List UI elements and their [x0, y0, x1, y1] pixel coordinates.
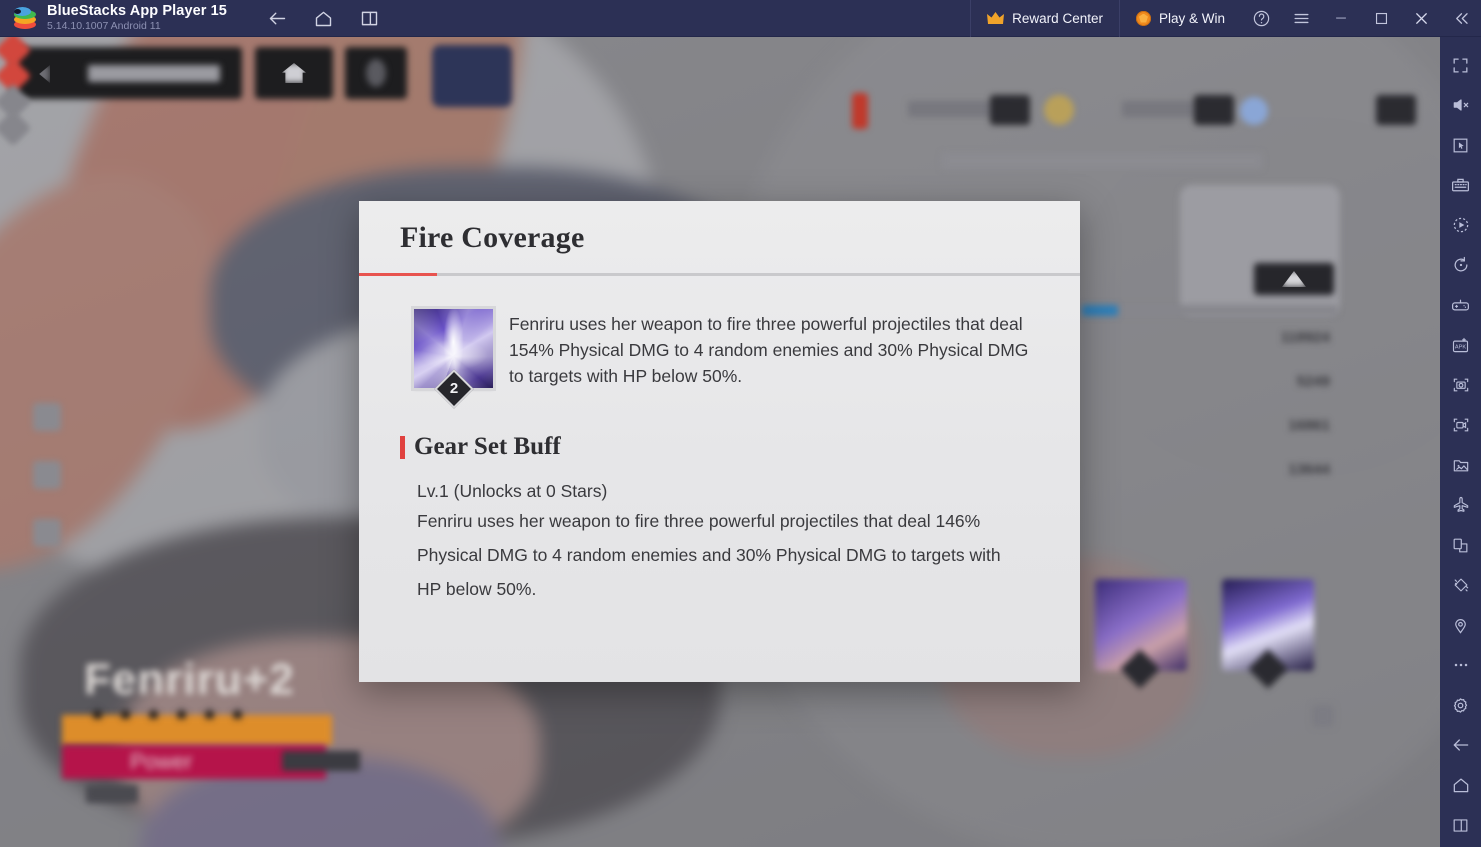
- purple-burst-skill-icon[interactable]: 2: [414, 309, 493, 409]
- maximize-button[interactable]: [1361, 0, 1401, 37]
- stat-row-value: 16861: [1288, 417, 1330, 434]
- play-and-win-label: Play & Win: [1158, 10, 1225, 26]
- back-button[interactable]: [267, 7, 289, 29]
- collapse-sidebar-button[interactable]: [1441, 0, 1481, 37]
- orange-gem-icon: [1135, 10, 1151, 26]
- sidebar-item-cursor-mode[interactable]: [1440, 125, 1481, 165]
- game-screen-title: [88, 65, 220, 82]
- close-button[interactable]: [1401, 0, 1441, 37]
- currency-gem-icon: [1240, 97, 1268, 125]
- skill-slot-plus[interactable]: [1312, 705, 1334, 727]
- star-icon: [230, 707, 245, 721]
- star-rating: [90, 707, 340, 729]
- currency-flask-icon: [852, 93, 868, 129]
- sidebar-item-rotate-screen[interactable]: [1440, 245, 1481, 285]
- game-info-icon: [366, 59, 386, 87]
- menu-button[interactable]: [1281, 0, 1321, 37]
- sidebar-item-gamepad[interactable]: [1440, 285, 1481, 325]
- dialog-title: Fire Coverage: [400, 221, 585, 254]
- titlebar-right: Reward Center Play & Win: [970, 0, 1481, 37]
- gear-set-buff-accent-bar: [400, 435, 405, 459]
- skill-detail-dialog: Fire Coverage 2 Fenriru uses her weapon …: [359, 201, 1080, 682]
- currency-box-2[interactable]: [1194, 95, 1234, 125]
- skill-summary: 2 Fenriru uses her weapon to fire three …: [359, 275, 1080, 409]
- sidebar-item-screenshot[interactable]: [1440, 365, 1481, 405]
- sidebar-item-media-manager[interactable]: [1440, 445, 1481, 485]
- sidebar-item-fullscreen[interactable]: [1440, 45, 1481, 85]
- sidebar-item-location[interactable]: [1440, 605, 1481, 645]
- dialog-divider: [359, 273, 1080, 276]
- currency-box-3[interactable]: [1376, 95, 1416, 125]
- recents-button[interactable]: [359, 7, 381, 29]
- help-button[interactable]: [1241, 0, 1281, 37]
- currency-gold-icon: [1044, 95, 1074, 125]
- sidebar-item-shake[interactable]: [1440, 565, 1481, 605]
- bluestacks-logo-icon: [14, 7, 36, 29]
- star-icon: [146, 707, 161, 721]
- sidebar-item-macro-recorder[interactable]: [1440, 205, 1481, 245]
- gear-set-buff-header: Gear Set Buff: [400, 433, 1080, 461]
- star-icon: [90, 707, 105, 721]
- app-name: BlueStacks App Player 15: [47, 2, 227, 19]
- power-label: Power: [130, 749, 193, 774]
- star-icon: [174, 707, 189, 721]
- gear-set-buff-description: Fenriru uses her weapon to fire three po…: [417, 511, 1001, 599]
- left-icon[interactable]: [33, 403, 61, 431]
- sidebar-item-more-options[interactable]: [1440, 645, 1481, 685]
- sidebar-item-mute[interactable]: [1440, 85, 1481, 125]
- sidebar-item-screen-record[interactable]: [1440, 405, 1481, 445]
- gear-set-buff-body: Lv.1 (Unlocks at 0 Stars) Fenriru uses h…: [359, 461, 1080, 606]
- dialog-divider-accent: [359, 273, 437, 276]
- sidebar-item-keymapping[interactable]: [1440, 165, 1481, 205]
- sidebar-item-android-back[interactable]: [1440, 725, 1481, 765]
- android-nav-buttons: [267, 7, 381, 29]
- star-icon: [202, 707, 217, 721]
- left-icon[interactable]: [33, 519, 61, 547]
- power-value: [282, 751, 360, 771]
- power-sub-value: [86, 785, 138, 803]
- app-title-block: BlueStacks App Player 15 5.14.10.1007 An…: [47, 2, 227, 33]
- dialog-header: Fire Coverage: [359, 201, 1080, 276]
- gear-set-buff-level: Lv.1 (Unlocks at 0 Stars): [417, 481, 608, 501]
- bluestacks-titlebar: BlueStacks App Player 15 5.14.10.1007 An…: [0, 0, 1481, 37]
- xp-bar-track: [1082, 305, 1338, 316]
- gear-set-buff-title: Gear Set Buff: [414, 433, 561, 460]
- skill-description: Fenriru uses her weapon to fire three po…: [509, 314, 1029, 386]
- stat-row-value: 118924: [1280, 329, 1330, 346]
- bluestacks-window: 25 118924 5249 16861 13644 Fenriru+2: [0, 0, 1481, 847]
- stat-row-value: 5249: [1296, 373, 1330, 390]
- window-controls: [1241, 0, 1481, 37]
- minimize-button[interactable]: [1321, 0, 1361, 37]
- xp-bar-fill: [1082, 305, 1118, 316]
- game-bag-icon[interactable]: [432, 45, 512, 107]
- app-version: 5.14.10.1007 Android 11: [47, 20, 161, 33]
- currency-box-1[interactable]: [990, 95, 1030, 125]
- left-icon[interactable]: [33, 461, 61, 489]
- play-and-win-button[interactable]: Play & Win: [1118, 0, 1241, 37]
- stat-row-value: 13644: [1288, 461, 1330, 478]
- sidebar-item-android-recents[interactable]: [1440, 805, 1481, 845]
- panel-emblem: [1180, 185, 1340, 315]
- sidebar-item-multi-instance[interactable]: [1440, 525, 1481, 565]
- sidebar-item-install-apk[interactable]: APK: [1440, 325, 1481, 365]
- sidebar-item-android-home[interactable]: [1440, 765, 1481, 805]
- reward-center-button[interactable]: Reward Center: [970, 0, 1119, 37]
- character-name: Fenriru+2: [84, 655, 295, 704]
- skill-level-badge-value: 2: [449, 380, 458, 397]
- crown-icon: [987, 11, 1005, 25]
- reward-center-label: Reward Center: [1012, 10, 1103, 26]
- home-button[interactable]: [313, 7, 335, 29]
- sidebar-item-settings[interactable]: [1440, 685, 1481, 725]
- sidebar-item-airplane-mode[interactable]: [1440, 485, 1481, 525]
- bluestacks-sidebar: APK: [1440, 37, 1481, 847]
- svg-text:APK: APK: [1455, 344, 1466, 350]
- panel-heading: [942, 153, 1262, 169]
- star-icon: [118, 707, 133, 721]
